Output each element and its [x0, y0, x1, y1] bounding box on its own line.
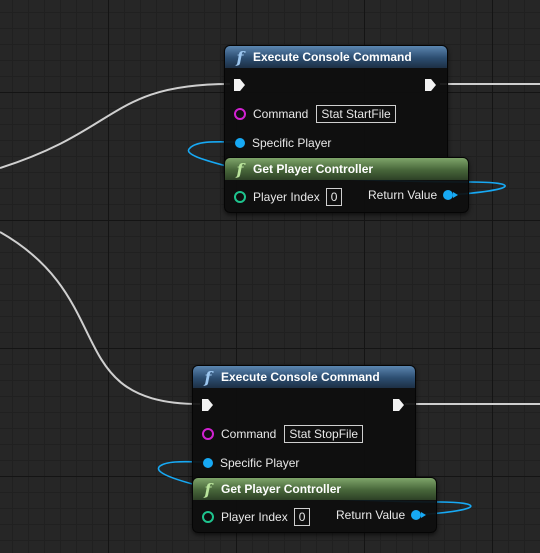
get-player-controller-node-2[interactable]: f Get Player Controller Player Index 0 R… [192, 477, 437, 533]
specific-player-pin[interactable] [203, 458, 213, 468]
execute-console-command-node-2[interactable]: f Execute Console Command Command Stat S… [192, 365, 416, 495]
return-value-label: Return Value [368, 188, 438, 202]
return-value-pin[interactable] [443, 190, 459, 200]
player-index-input[interactable]: 0 [325, 188, 343, 206]
specific-player-pin[interactable] [235, 138, 245, 148]
player-index-input[interactable]: 0 [293, 508, 311, 526]
node-title: Get Player Controller [221, 482, 342, 496]
node-title: Execute Console Command [253, 50, 412, 64]
command-pin[interactable] [234, 108, 246, 120]
get-player-controller-node-1[interactable]: f Get Player Controller Player Index 0 R… [224, 157, 469, 213]
exec-in-pin[interactable] [202, 399, 213, 411]
command-input[interactable]: Stat StopFile [284, 425, 364, 443]
command-label: Command [253, 107, 309, 121]
player-index-label: Player Index [253, 190, 320, 204]
node-title: Execute Console Command [221, 370, 380, 384]
function-icon: f [204, 479, 212, 499]
exec-out-pin[interactable] [393, 399, 404, 411]
node-header[interactable]: f Execute Console Command [225, 46, 447, 68]
node-title: Get Player Controller [253, 162, 374, 176]
node-header[interactable]: f Execute Console Command [193, 366, 415, 388]
specific-player-label: Specific Player [220, 456, 300, 470]
player-index-pin[interactable] [234, 191, 246, 203]
specific-player-label: Specific Player [252, 136, 332, 150]
exec-out-pin[interactable] [425, 79, 436, 91]
player-index-label: Player Index [221, 510, 288, 524]
function-icon: f [236, 159, 244, 179]
execute-console-command-node-1[interactable]: f Execute Console Command Command Stat S… [224, 45, 448, 175]
exec-in-pin[interactable] [234, 79, 245, 91]
return-value-label: Return Value [336, 508, 406, 522]
command-input[interactable]: Stat StartFile [316, 105, 396, 123]
command-pin[interactable] [202, 428, 214, 440]
command-label: Command [221, 427, 277, 441]
exec-wire-in-2[interactable] [0, 231, 201, 405]
exec-wire-in-1[interactable] [0, 83, 231, 169]
node-header[interactable]: f Get Player Controller [193, 478, 436, 500]
function-icon: f [236, 47, 244, 67]
function-icon: f [204, 367, 212, 387]
player-index-pin[interactable] [202, 511, 214, 523]
return-value-pin[interactable] [411, 510, 427, 520]
node-header[interactable]: f Get Player Controller [225, 158, 468, 180]
